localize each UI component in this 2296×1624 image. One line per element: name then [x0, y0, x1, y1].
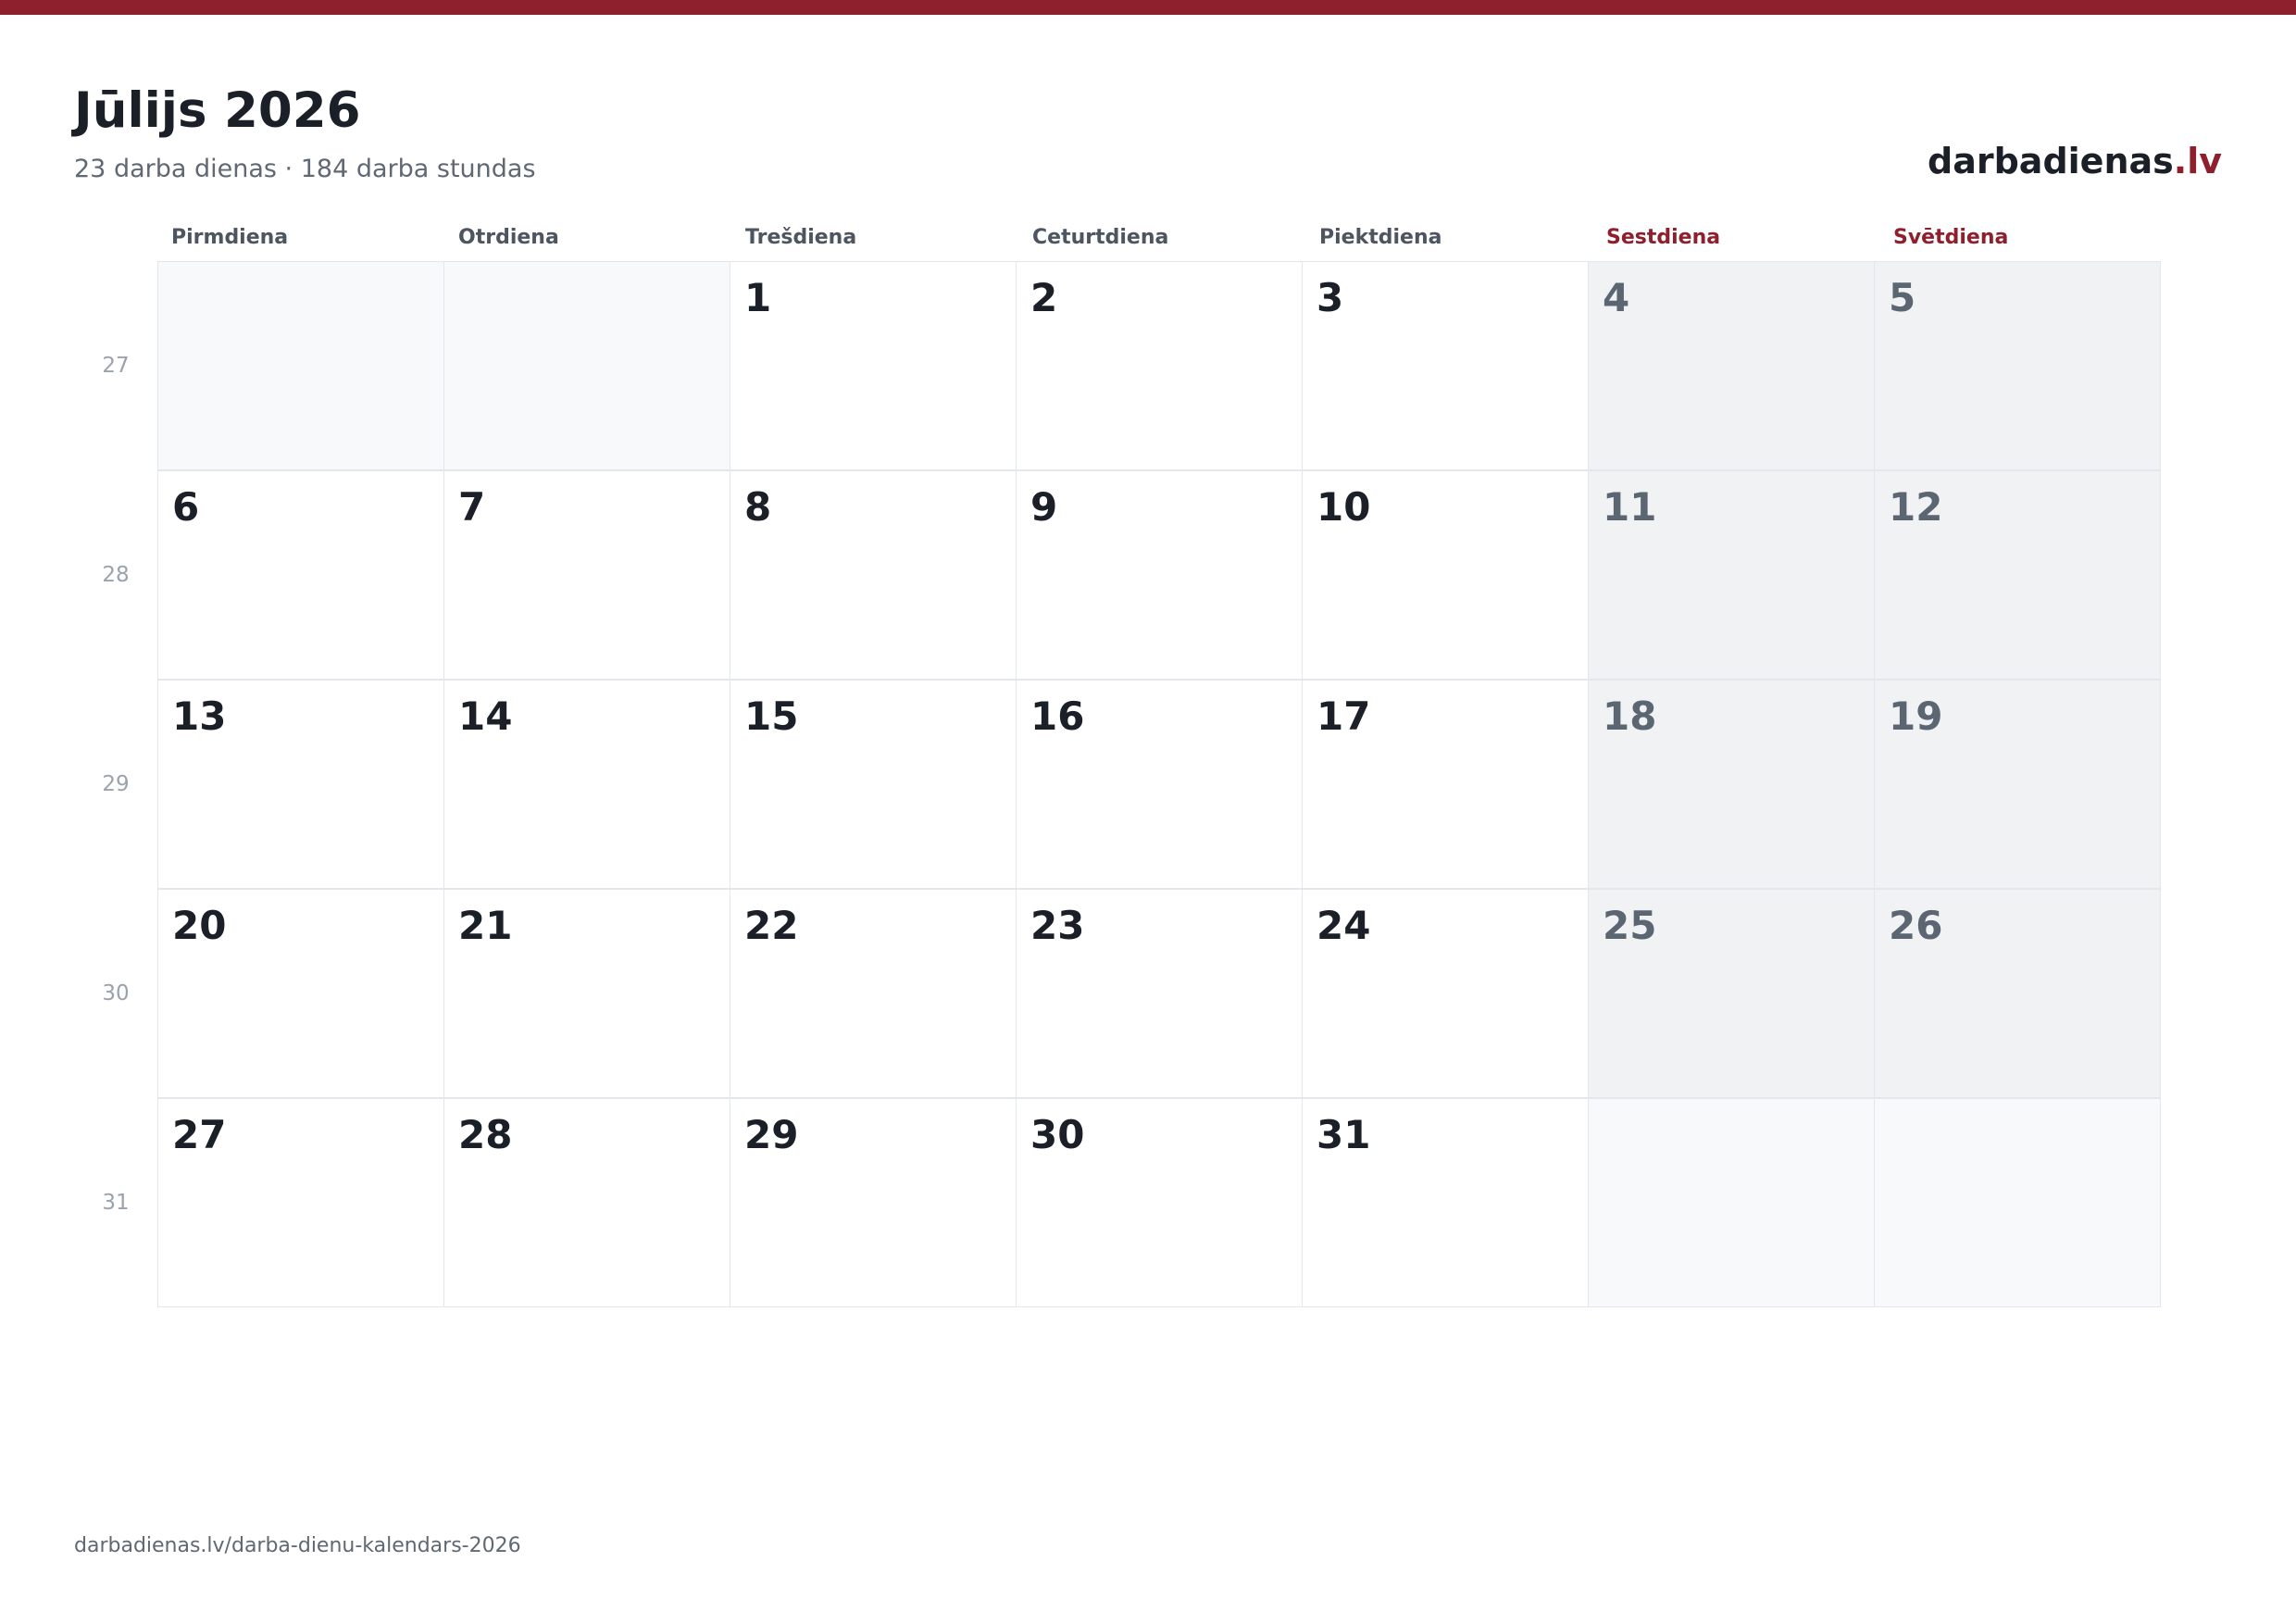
weekday-monday: Pirmdiena [171, 226, 289, 249]
day-cell[interactable]: 22 [730, 889, 1017, 1098]
day-cell[interactable]: 12 [1874, 470, 2161, 680]
day-number: 1 [744, 275, 772, 320]
day-cell[interactable]: 9 [1016, 470, 1303, 680]
day-number: 6 [172, 484, 200, 530]
day-cell[interactable]: 16 [1016, 680, 1303, 889]
day-number: 19 [1889, 693, 1943, 739]
day-cell[interactable]: 4 [1588, 261, 1875, 470]
day-cell[interactable]: 19 [1874, 680, 2161, 889]
day-number: 4 [1603, 275, 1630, 320]
day-number: 25 [1603, 903, 1657, 948]
day-number: 21 [458, 903, 513, 948]
day-number: 28 [458, 1112, 513, 1157]
week-number: 31 [102, 1191, 130, 1215]
day-number: 23 [1030, 903, 1085, 948]
day-number: 14 [458, 693, 513, 739]
week-row: 6 7 8 9 10 11 12 [157, 470, 2166, 680]
day-cell[interactable]: 1 [730, 261, 1017, 470]
day-number: 8 [744, 484, 772, 530]
day-number: 3 [1316, 275, 1344, 320]
calendar-grid: 1 2 3 4 5 6 7 8 9 10 11 12 13 14 15 16 17 18 19 20 21 22 23 24 2… [157, 261, 2166, 1307]
day-number: 17 [1316, 693, 1371, 739]
weekday-tuesday: Otrdiena [458, 226, 559, 249]
top-accent-bar [0, 0, 2296, 15]
day-number: 5 [1889, 275, 1916, 320]
day-cell[interactable]: 13 [157, 680, 444, 889]
day-cell[interactable]: 31 [1302, 1098, 1589, 1307]
day-cell[interactable]: 14 [443, 680, 730, 889]
day-number: 12 [1889, 484, 1943, 530]
weekday-wednesday: Trešdiena [745, 226, 857, 249]
brand-logo[interactable]: darbadienas.lv [1928, 139, 2222, 183]
week-row: 27 28 29 30 31 [157, 1098, 2166, 1307]
day-cell[interactable]: 2 [1016, 261, 1303, 470]
weekday-header: Pirmdiena Otrdiena Trešdiena Ceturtdiena… [157, 224, 2166, 252]
weekday-saturday: Sestdiena [1606, 226, 1721, 249]
day-number: 2 [1030, 275, 1058, 320]
day-cell[interactable]: 26 [1874, 889, 2161, 1098]
day-number: 30 [1030, 1112, 1085, 1157]
day-number: 11 [1603, 484, 1657, 530]
day-number: 24 [1316, 903, 1371, 948]
day-number: 15 [744, 693, 799, 739]
day-cell[interactable]: 29 [730, 1098, 1017, 1307]
day-cell[interactable]: 28 [443, 1098, 730, 1307]
day-cell[interactable]: 25 [1588, 889, 1875, 1098]
brand-name: darbadienas [1928, 141, 2174, 181]
day-number: 26 [1889, 903, 1943, 948]
day-cell[interactable]: 11 [1588, 470, 1875, 680]
day-cell[interactable]: 8 [730, 470, 1017, 680]
day-number: 10 [1316, 484, 1371, 530]
day-number: 18 [1603, 693, 1657, 739]
day-cell[interactable]: 27 [157, 1098, 444, 1307]
week-numbers: 27 28 29 30 31 [74, 261, 157, 1307]
weekday-sunday: Svētdiena [1893, 226, 2009, 249]
week-row: 13 14 15 16 17 18 19 [157, 680, 2166, 889]
day-number: 9 [1030, 484, 1058, 530]
work-summary: 23 darba dienas · 184 darba stundas [74, 155, 536, 183]
week-number: 28 [102, 563, 130, 587]
day-cell[interactable]: 21 [443, 889, 730, 1098]
day-cell[interactable]: 18 [1588, 680, 1875, 889]
page-title: Jūlijs 2026 [74, 82, 361, 139]
day-number: 22 [744, 903, 799, 948]
day-cell[interactable]: 23 [1016, 889, 1303, 1098]
weekday-thursday: Ceturtdiena [1032, 226, 1169, 249]
day-cell[interactable]: 30 [1016, 1098, 1303, 1307]
day-number: 20 [172, 903, 227, 948]
day-cell[interactable]: 7 [443, 470, 730, 680]
day-cell[interactable]: 15 [730, 680, 1017, 889]
day-cell[interactable]: 6 [157, 470, 444, 680]
day-cell[interactable]: 24 [1302, 889, 1589, 1098]
day-number: 27 [172, 1112, 227, 1157]
day-number: 16 [1030, 693, 1085, 739]
empty-day-cell [157, 261, 444, 470]
empty-day-cell [1588, 1098, 1875, 1307]
empty-day-cell [1874, 1098, 2161, 1307]
day-number: 29 [744, 1112, 799, 1157]
day-number: 7 [458, 484, 486, 530]
day-number: 31 [1316, 1112, 1371, 1157]
day-number: 13 [172, 693, 227, 739]
week-row: 20 21 22 23 24 25 26 [157, 889, 2166, 1098]
week-number: 30 [102, 981, 130, 1006]
weekday-friday: Piektdiena [1319, 226, 1442, 249]
empty-day-cell [443, 261, 730, 470]
day-cell[interactable]: 20 [157, 889, 444, 1098]
brand-tld: .lv [2173, 141, 2222, 181]
footer-url[interactable]: darbadienas.lv/darba-dienu-kalendars-202… [74, 1533, 521, 1559]
week-number: 29 [102, 772, 130, 796]
day-cell[interactable]: 17 [1302, 680, 1589, 889]
week-row: 1 2 3 4 5 [157, 261, 2166, 470]
day-cell[interactable]: 5 [1874, 261, 2161, 470]
day-cell[interactable]: 10 [1302, 470, 1589, 680]
day-cell[interactable]: 3 [1302, 261, 1589, 470]
week-number: 27 [102, 354, 130, 378]
